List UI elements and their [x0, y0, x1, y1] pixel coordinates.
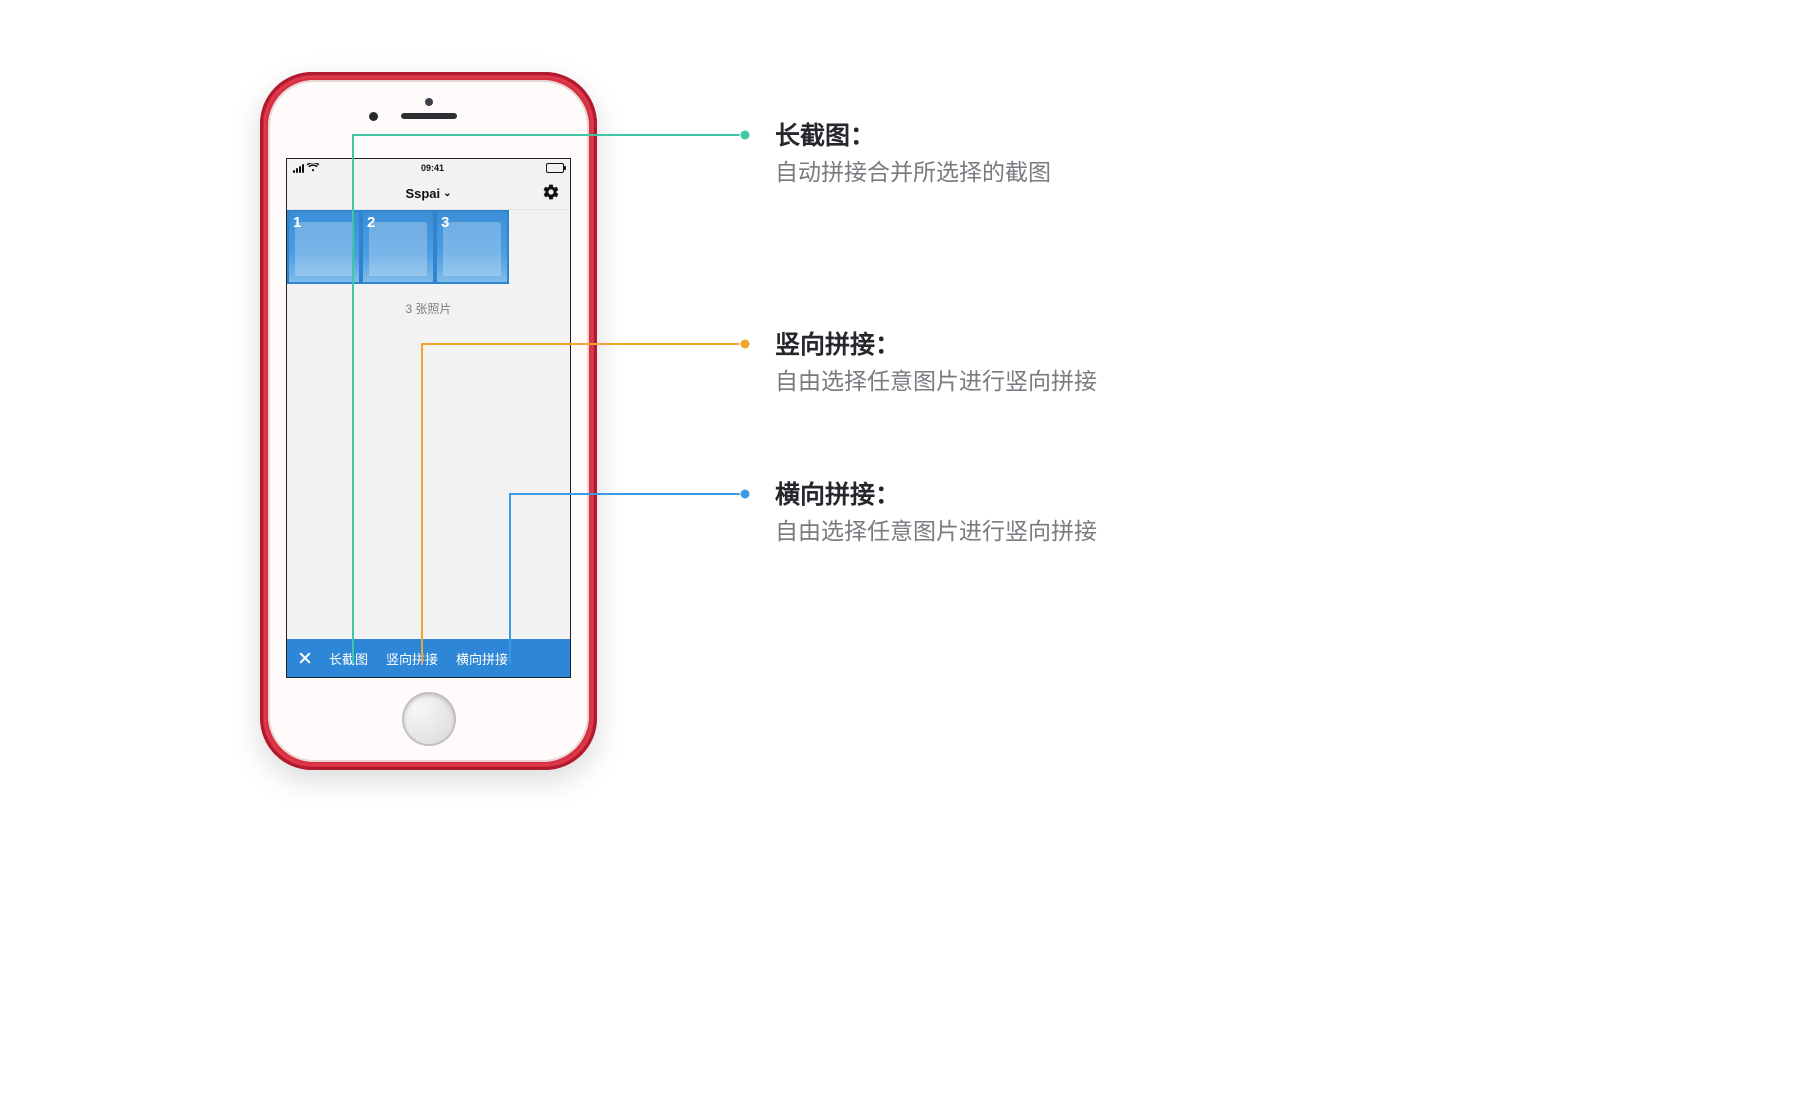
annotation-overlay: 长截图： 自动拼接合并所选择的截图 竖向拼接： 自由选择任意图片进行竖向拼接 横…	[0, 0, 1812, 1098]
annotation-long-title: 长截图：	[775, 122, 875, 150]
annotation-horizontal-desc: 自由选择任意图片进行竖向拼接	[775, 518, 1097, 544]
callout-line-long	[353, 135, 745, 663]
annotation-vertical-title: 竖向拼接：	[775, 330, 900, 359]
annotation-vertical-desc: 自由选择任意图片进行竖向拼接	[775, 368, 1097, 394]
annotation-long-desc: 自动拼接合并所选择的截图	[775, 159, 1051, 185]
callout-line-horizontal	[510, 494, 745, 663]
annotation-horizontal-title: 横向拼接：	[775, 480, 900, 509]
callout-line-vertical	[422, 344, 745, 663]
